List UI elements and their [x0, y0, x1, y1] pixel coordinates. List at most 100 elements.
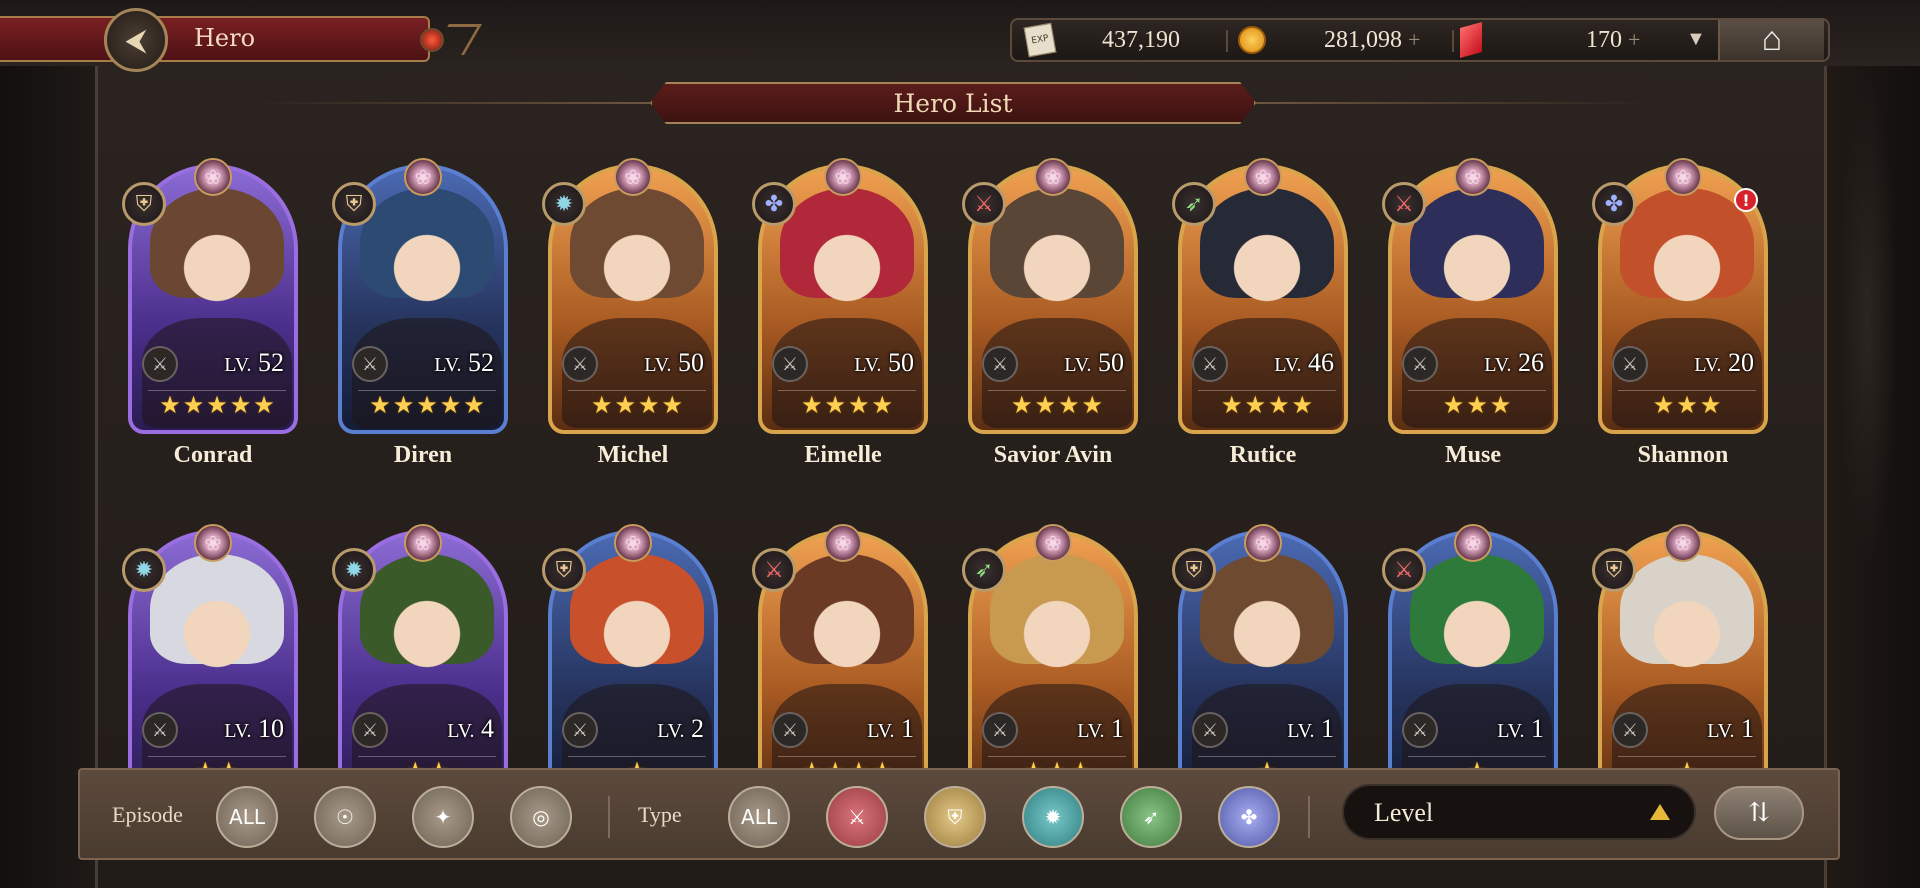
hero-level: LV. 1 [867, 714, 914, 744]
sword-class-icon: ⚔ [752, 548, 796, 592]
star-icon: ★ [1244, 391, 1266, 419]
back-arrow-icon[interactable]: ⮜ [104, 8, 168, 72]
star-rating: ★★★★ [988, 390, 1126, 419]
flower-emblem-icon: ❀ [194, 158, 232, 196]
flower-emblem-icon: ❀ [1454, 524, 1492, 562]
bow-class-icon: ➶ [1172, 182, 1216, 226]
hero-name: Shannon [1637, 442, 1729, 468]
sort-order-button[interactable]: ⇅ [1714, 786, 1804, 840]
hero-face [1002, 202, 1112, 322]
hero-level: LV. 46 [1274, 348, 1334, 378]
bow-type-icon[interactable]: ➶ [1120, 786, 1182, 848]
hero-level: LV. 1 [1497, 714, 1544, 744]
hero-level: LV. 2 [657, 714, 704, 744]
star-icon: ★ [1010, 391, 1033, 419]
hero-face [1212, 202, 1322, 322]
weapon-slot-icon: ⚔ [1612, 712, 1648, 748]
crystal-resource[interactable]: 170 + [1460, 22, 1640, 58]
level-value: 26 [1511, 348, 1544, 377]
back-title-plate[interactable]: ⮜ Hero [0, 8, 482, 72]
alert-badge-icon: ! [1734, 188, 1758, 212]
hero-level: LV. 10 [224, 714, 284, 744]
exp-value: 437,190 [1102, 26, 1180, 53]
hero-level: LV. 4 [447, 714, 494, 744]
magic-class-icon: ✹ [332, 548, 376, 592]
level-prefix: LV. [1287, 720, 1315, 742]
star-rating: ★★★★ [1198, 390, 1336, 419]
star-icon: ★ [439, 391, 462, 419]
hero-name: Muse [1445, 442, 1501, 468]
cross-class-icon: ✤ [752, 182, 796, 226]
weapon-slot-icon: ⚔ [1402, 346, 1438, 382]
weapon-slot-icon: ⚔ [562, 346, 598, 382]
flower-emblem-icon: ❀ [1244, 524, 1282, 562]
shield-type-icon[interactable]: ⛨ [924, 786, 986, 848]
screen-title: Hero [194, 24, 256, 52]
star-icon: ★ [661, 391, 684, 419]
resource-bar: EXP 437,190 281,098 + 170 + ▼ ⌂ [1010, 18, 1830, 62]
hero-face [372, 202, 482, 322]
exp-ticket-icon: EXP [1023, 22, 1057, 58]
weapon-slot-icon: ⚔ [772, 346, 808, 382]
hero-level: LV. 1 [1707, 714, 1754, 744]
star-icon: ★ [1442, 391, 1465, 419]
hero-face [582, 568, 692, 688]
magic-type-icon[interactable]: ✹ [1022, 786, 1084, 848]
hero-face [582, 202, 692, 322]
flower-emblem-icon: ❀ [1454, 158, 1492, 196]
hero-level: LV. 26 [1484, 348, 1544, 378]
hero-face [1422, 202, 1532, 322]
flower-emblem-icon: ❀ [404, 524, 442, 562]
hero-name: Savior Avin [993, 442, 1113, 468]
hero-list-title: Hero List [650, 82, 1256, 124]
type-all-button[interactable]: ALL [728, 786, 790, 848]
level-prefix: LV. [434, 354, 462, 376]
star-icon: ★ [1034, 391, 1056, 419]
star-icon: ★ [848, 391, 870, 419]
exp-resource[interactable]: EXP 437,190 [1023, 22, 1180, 58]
episode-1-icon[interactable]: ☉ [314, 786, 376, 848]
sword-type-icon[interactable]: ⚔ [826, 786, 888, 848]
chevron-down-icon[interactable]: ▼ [1686, 28, 1706, 51]
star-icon: ★ [463, 391, 485, 419]
level-prefix: LV. [1707, 720, 1735, 742]
star-icon: ★ [229, 391, 252, 419]
level-value: 52 [251, 348, 284, 377]
hero-level: LV. 50 [854, 348, 914, 378]
sort-dropdown[interactable]: Level [1342, 784, 1696, 840]
gold-resource[interactable]: 281,098 + [1238, 25, 1420, 55]
episode-2-icon[interactable]: ✦ [412, 786, 474, 848]
shield-class-icon: ⛨ [332, 182, 376, 226]
star-icon: ★ [1466, 391, 1488, 419]
hero-name: Conrad [173, 442, 253, 468]
level-prefix: LV. [1064, 354, 1092, 376]
level-prefix: LV. [447, 720, 475, 742]
home-button[interactable]: ⌂ [1718, 20, 1824, 60]
crystal-add-button[interactable]: + [1628, 27, 1640, 53]
weapon-slot-icon: ⚔ [562, 712, 598, 748]
type-label: Type [638, 802, 682, 827]
star-icon: ★ [1268, 391, 1290, 419]
hero-level: LV. 50 [644, 348, 704, 378]
resource-separator [1452, 30, 1454, 52]
star-rating: ★ ★ ★ ★ ★ [358, 390, 496, 419]
weapon-slot-icon: ⚔ [352, 346, 388, 382]
filter-divider [608, 796, 610, 838]
hero-face [162, 568, 272, 688]
star-icon: ★ [159, 391, 181, 419]
cross-class-icon: ✤ [1592, 182, 1636, 226]
star-icon: ★ [182, 391, 205, 419]
cross-type-icon[interactable]: ✤ [1218, 786, 1280, 848]
gold-add-button[interactable]: + [1408, 27, 1420, 53]
episode-all-button[interactable]: ALL [216, 786, 278, 848]
episode-3-icon[interactable]: ◎ [510, 786, 572, 848]
level-value: 20 [1721, 348, 1754, 377]
bow-class-icon: ➶ [962, 548, 1006, 592]
hero-face [372, 568, 482, 688]
hero-face [1632, 202, 1742, 322]
hero-face [1002, 568, 1112, 688]
flower-emblem-icon: ❀ [1664, 158, 1702, 196]
sort-caret-icon [1650, 804, 1670, 820]
flower-emblem-icon: ❀ [194, 524, 232, 562]
hero-face [1212, 568, 1322, 688]
